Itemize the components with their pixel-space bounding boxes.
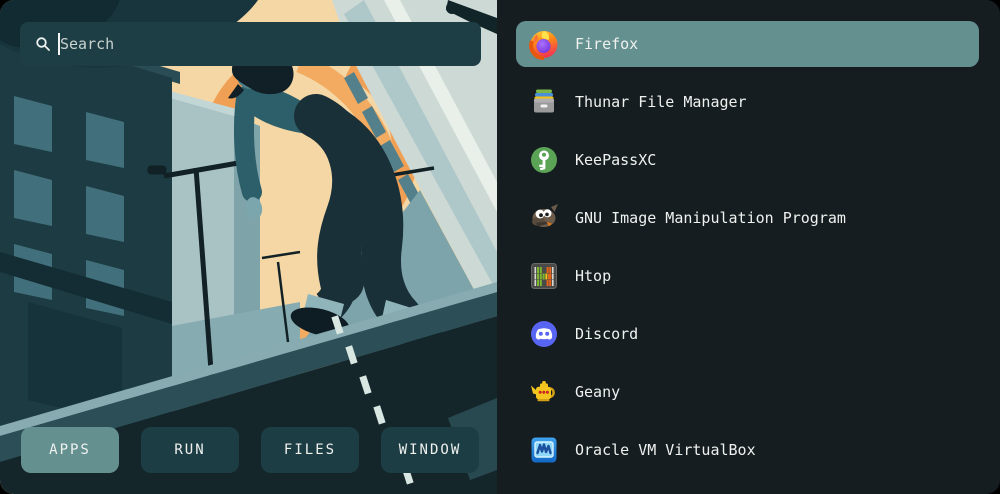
left-panel: APPS RUN FILES WINDOW [0,0,497,494]
thunar-icon [528,86,560,118]
tab-window[interactable]: WINDOW [381,427,479,473]
launcher-window: APPS RUN FILES WINDOW [0,0,1000,494]
gimp-icon [528,202,560,234]
app-row-discord[interactable]: Discord [516,311,979,357]
app-label: Oracle VM VirtualBox [575,441,756,459]
geany-icon [528,376,560,408]
firefox-icon [528,28,560,60]
app-row-thunar[interactable]: Thunar File Manager [516,79,979,125]
virtualbox-icon [528,434,560,466]
tab-files[interactable]: FILES [261,427,359,473]
app-label: Htop [575,267,611,285]
results-list: Firefox Thunar File Manager Ke [497,0,1000,494]
app-label: Firefox [575,35,638,53]
search-icon [35,36,51,52]
search-bar[interactable] [20,22,481,66]
tab-bar: APPS RUN FILES WINDOW [21,427,479,473]
htop-icon [528,260,560,292]
app-label: Discord [575,325,638,343]
app-row-htop[interactable]: Htop [516,253,979,299]
discord-icon [528,318,560,350]
tab-run[interactable]: RUN [141,427,239,473]
app-row-keepassxc[interactable]: KeePassXC [516,137,979,183]
app-row-virtualbox[interactable]: Oracle VM VirtualBox [516,427,979,473]
text-caret [58,33,60,55]
app-label: GNU Image Manipulation Program [575,209,846,227]
app-row-firefox[interactable]: Firefox [516,21,979,67]
keepassxc-icon [528,144,560,176]
app-row-gimp[interactable]: GNU Image Manipulation Program [516,195,979,241]
search-input[interactable] [58,35,481,53]
tab-apps[interactable]: APPS [21,427,119,473]
app-label: Thunar File Manager [575,93,747,111]
wallpaper-illustration [0,0,497,494]
app-row-geany[interactable]: Geany [516,369,979,415]
app-label: KeePassXC [575,151,656,169]
app-label: Geany [575,383,620,401]
